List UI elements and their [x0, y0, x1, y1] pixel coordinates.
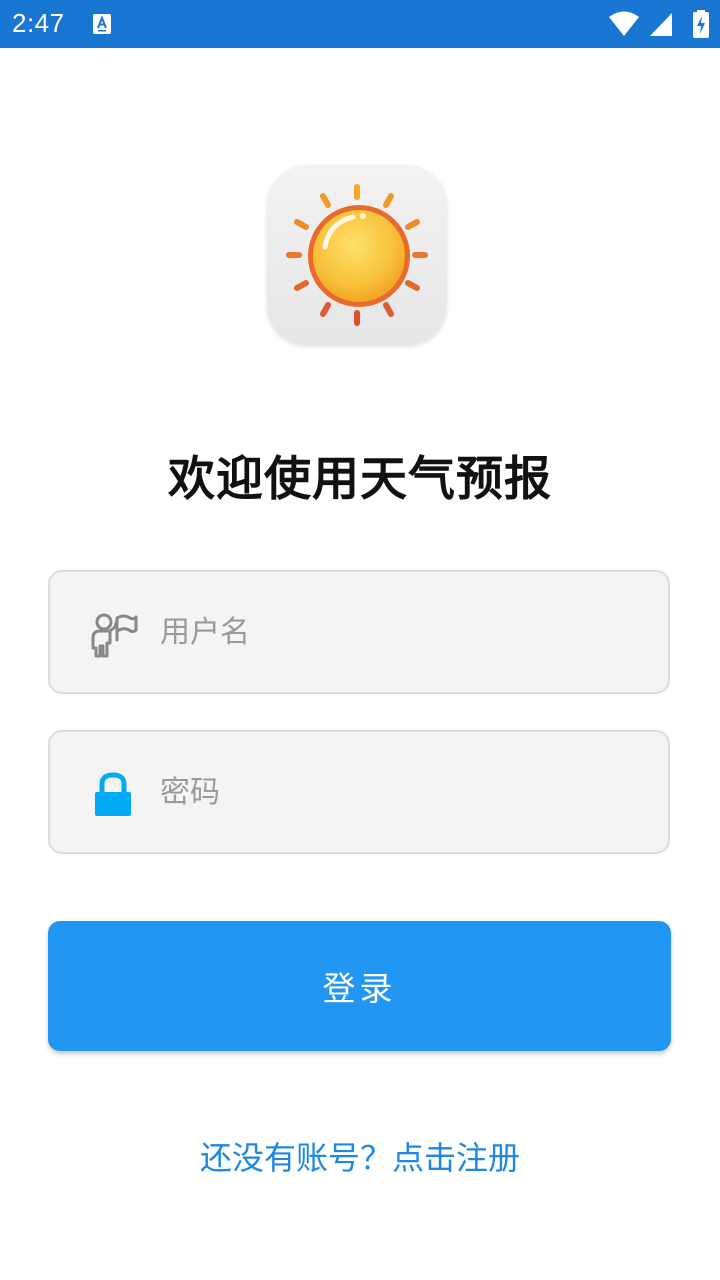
lock-icon [95, 772, 131, 816]
user-icon [91, 613, 138, 658]
status-time: 2:47 [12, 8, 65, 38]
wifi-icon [609, 11, 639, 36]
welcome-title: 欢迎使用天气预报 [168, 452, 552, 507]
text-a-icon [93, 14, 111, 34]
username-input[interactable] [160, 572, 650, 692]
sun-icon [286, 184, 428, 326]
login-button[interactable]: 登录 [48, 921, 671, 1051]
app-logo [267, 165, 447, 345]
status-bar: 2:47 [0, 0, 720, 48]
cellular-signal-icon [650, 13, 672, 36]
password-input[interactable] [160, 732, 650, 852]
password-field[interactable] [48, 730, 670, 854]
register-link[interactable]: 还没有账号？点击注册 [0, 1133, 720, 1179]
username-field[interactable] [48, 570, 670, 694]
battery-charging-icon [693, 10, 709, 38]
